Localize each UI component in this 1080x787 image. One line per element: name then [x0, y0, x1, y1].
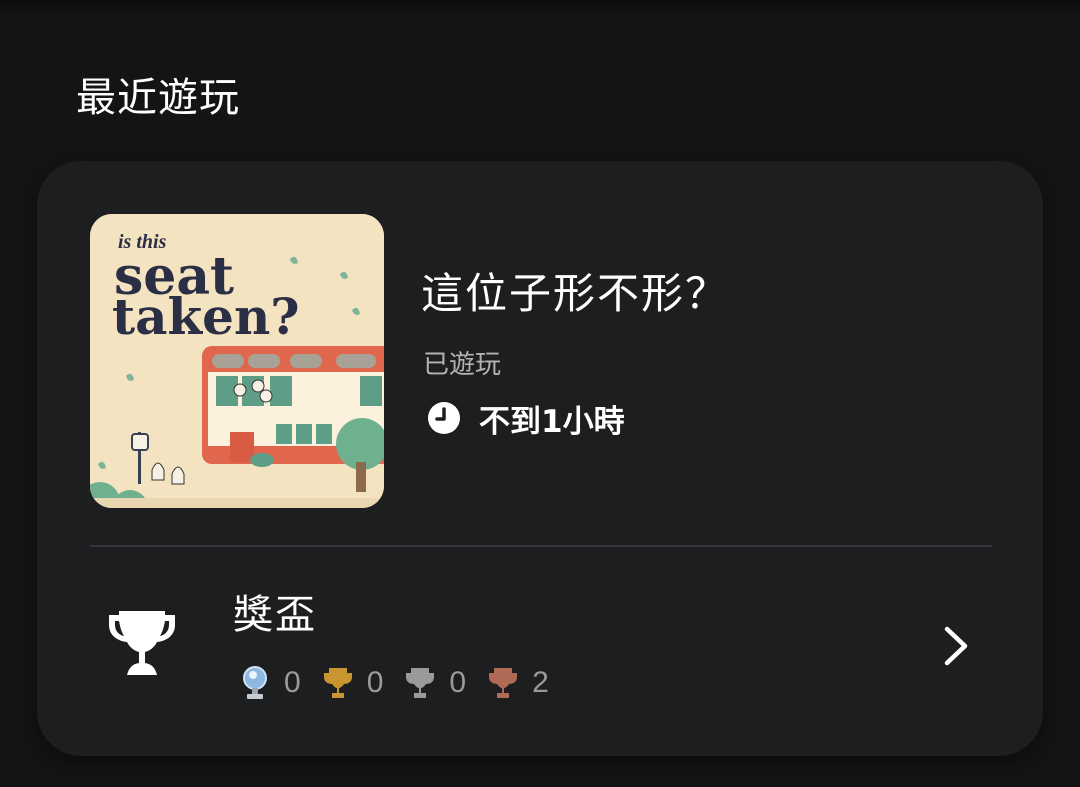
playtime-row: 不到1小時 — [427, 398, 625, 440]
played-label: 已遊玩 — [423, 350, 502, 380]
game-cover-image[interactable]: is this seat taken? — [90, 214, 384, 508]
platinum-trophy-count: 0 — [240, 665, 301, 701]
bronze-trophy-icon — [489, 668, 518, 698]
silver-count: 0 — [449, 666, 467, 699]
clock-icon — [428, 402, 460, 434]
divider — [90, 545, 992, 547]
gold-count: 0 — [366, 666, 384, 699]
gold-trophy-icon — [323, 668, 352, 698]
section-title: 最近遊玩 — [76, 75, 240, 121]
game-title[interactable]: 這位子形不形？ — [421, 267, 729, 321]
trophy-icon — [109, 611, 175, 675]
silver-trophy-count: 0 — [405, 665, 466, 701]
gold-trophy-count: 0 — [323, 665, 384, 701]
bronze-count: 2 — [532, 666, 549, 699]
cover-text-line3: taken? — [112, 287, 300, 346]
platinum-trophy-icon — [243, 666, 267, 699]
recent-game-card[interactable]: is this seat taken? 這位子形不形？ 已遊玩 不到1小時 獎盃… — [37, 161, 1043, 756]
platinum-count: 0 — [284, 666, 301, 699]
chevron-right-icon[interactable] — [941, 625, 971, 667]
silver-trophy-icon — [406, 668, 435, 698]
top-shadow — [0, 0, 1080, 14]
trophy-counts: 0 0 0 2 — [240, 663, 571, 703]
trophies-label[interactable]: 獎盃 — [233, 589, 317, 641]
playtime-text: 不到1小時 — [479, 403, 625, 440]
bronze-trophy-count: 2 — [488, 665, 549, 701]
